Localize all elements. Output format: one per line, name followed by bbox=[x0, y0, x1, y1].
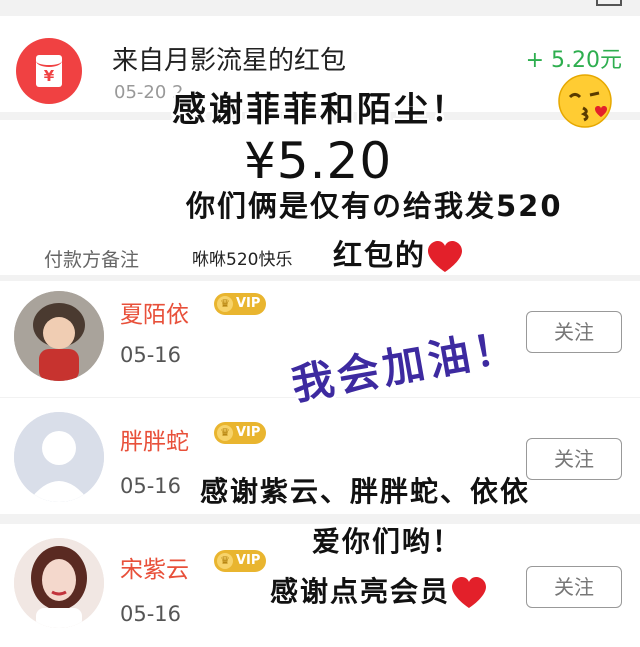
caption-line-7: 感谢点亮会员 bbox=[270, 570, 488, 610]
user-date: 05-16 bbox=[120, 602, 182, 626]
vip-badge: ♛ VIP bbox=[214, 550, 267, 572]
avatar[interactable] bbox=[14, 538, 104, 628]
vip-label: VIP bbox=[236, 553, 261, 568]
username[interactable]: 宋紫云 bbox=[120, 550, 189, 584]
username[interactable]: 夏陌依 bbox=[120, 295, 189, 329]
red-packet-amount: + 5.20元 bbox=[525, 48, 622, 73]
crown-icon: ♛ bbox=[217, 553, 233, 569]
username[interactable]: 胖胖蛇 bbox=[120, 422, 189, 456]
payment-amount: ¥5.20 bbox=[244, 132, 393, 190]
caption-line-3-text: 红包的 bbox=[333, 238, 427, 272]
avatar[interactable] bbox=[14, 291, 104, 381]
follow-button[interactable]: 关注 bbox=[526, 311, 622, 353]
crown-icon: ♛ bbox=[217, 296, 233, 312]
top-strip bbox=[0, 0, 640, 16]
user-date: 05-16 bbox=[120, 343, 182, 367]
red-envelope-icon: ¥ bbox=[16, 38, 82, 104]
remark-value: 咻咻520快乐 bbox=[192, 250, 293, 270]
crown-icon: ♛ bbox=[217, 425, 233, 441]
caption-line-3: 红包的 bbox=[333, 232, 464, 274]
user-date: 05-16 bbox=[120, 474, 182, 498]
vip-badge: ♛ VIP bbox=[214, 293, 267, 315]
caption-line-6: 爱你们哟！ bbox=[312, 525, 463, 558]
caption-line-2: 你们俩是仅有の给我发520 bbox=[186, 189, 563, 223]
caption-line-7-text: 感谢点亮会员 bbox=[270, 575, 451, 608]
envelope-symbol: ¥ bbox=[36, 55, 62, 87]
thanks-caption: 感谢菲菲和陌尘！ bbox=[172, 90, 468, 130]
heart-icon bbox=[452, 577, 487, 608]
vip-label: VIP bbox=[236, 296, 261, 311]
remark-label: 付款方备注 bbox=[44, 249, 140, 271]
avatar[interactable] bbox=[14, 412, 104, 502]
heart-icon bbox=[428, 241, 463, 272]
menu-corner-icon[interactable] bbox=[596, 0, 622, 6]
follow-button[interactable]: 关注 bbox=[526, 566, 622, 608]
kiss-emoji-icon bbox=[558, 74, 612, 128]
red-packet-title: 来自月影流星的红包 bbox=[112, 46, 347, 76]
follow-button[interactable]: 关注 bbox=[526, 438, 622, 480]
vip-badge: ♛ VIP bbox=[214, 422, 267, 444]
vip-label: VIP bbox=[236, 425, 261, 440]
caption-line-5: 感谢紫云、胖胖蛇、依依 bbox=[200, 475, 531, 508]
